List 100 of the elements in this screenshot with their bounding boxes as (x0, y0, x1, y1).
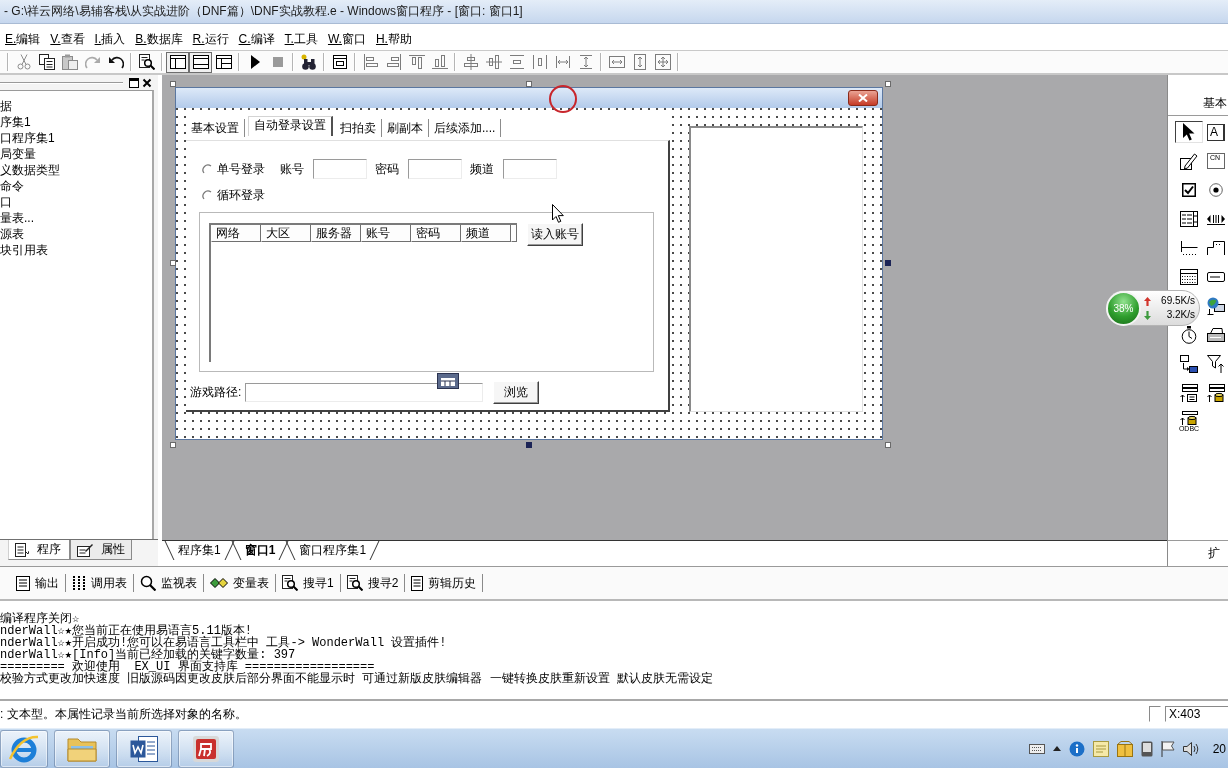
form-tab[interactable]: 自动登录设置 (248, 116, 333, 136)
center-vertical-icon[interactable] (462, 54, 479, 70)
toolbox-tool[interactable] (1205, 382, 1227, 404)
resize-handle[interactable] (526, 81, 532, 87)
output-tab[interactable]: 剪辑历史 (409, 572, 479, 594)
view-toggle[interactable] (189, 51, 212, 73)
panel-tab[interactable]: 属性 (70, 540, 132, 560)
form-window[interactable]: 基本设置 自动登录设置 扫拍卖 刷副本 后续添加.... 单号登录 账号 密码 频道 循环登录 网络 大区 服务器 账号 密码 频道 读入账号 游戏路径: 浏览 (175, 87, 883, 440)
toolbox-tool[interactable] (1175, 121, 1203, 143)
distribute-vertical-icon[interactable] (508, 54, 525, 70)
menu-item[interactable]: C.编译 (233, 30, 280, 48)
close-button[interactable] (848, 90, 878, 106)
column-header[interactable]: 密码 (411, 225, 461, 242)
menu-item[interactable]: T.工具 (279, 30, 323, 48)
taskbar-button[interactable] (0, 729, 48, 768)
menu-item[interactable]: B.数据库 (130, 30, 188, 48)
browse-button[interactable]: 浏览 (493, 381, 540, 404)
column-header[interactable] (511, 225, 517, 242)
text-field[interactable] (503, 159, 557, 179)
menu-item[interactable]: H.帮助 (370, 30, 417, 48)
output-tab[interactable]: 搜寻1 (280, 572, 336, 594)
search-icon[interactable] (138, 54, 155, 70)
taskbar-button[interactable] (178, 729, 234, 768)
text-field[interactable] (313, 159, 367, 179)
menu-item[interactable]: R.运行 (187, 30, 234, 48)
resize-handle[interactable] (170, 81, 176, 87)
window-icon[interactable] (332, 55, 347, 69)
column-header[interactable]: 账号 (361, 225, 411, 242)
document-tab[interactable]: 窗口1 (232, 541, 288, 560)
toolbox-tool[interactable] (1205, 295, 1227, 317)
scissors-icon[interactable] (15, 54, 32, 70)
menu-item[interactable]: E.编辑 (0, 30, 46, 48)
output-tab[interactable]: 调用表 (70, 572, 129, 594)
distribute-horizontal-icon[interactable] (531, 54, 548, 70)
space-vertical-icon[interactable] (577, 54, 594, 70)
output-tab[interactable]: 输出 (14, 572, 61, 594)
stop-icon[interactable] (272, 57, 283, 67)
clock-text[interactable]: 20 (1212, 741, 1226, 756)
tree-item[interactable]: 口程序集1 (0, 130, 55, 146)
resize-handle[interactable] (526, 442, 532, 448)
column-header[interactable]: 网络 (211, 225, 261, 242)
toolbox-tool[interactable]: A (1205, 121, 1227, 143)
path-field[interactable] (245, 383, 484, 402)
output-tab[interactable]: 搜寻2 (344, 572, 401, 594)
align-bottom-icon[interactable] (431, 54, 448, 70)
menu-item[interactable]: W.窗口 (322, 30, 371, 48)
align-right-icon[interactable] (385, 54, 402, 70)
radio-option[interactable]: 单号登录 (202, 160, 265, 178)
align-top-icon[interactable] (408, 54, 425, 70)
speaker-icon[interactable] (1182, 741, 1199, 756)
keyboard-icon[interactable] (1028, 743, 1045, 754)
document-tab[interactable]: 窗口程序集1 (287, 541, 379, 560)
play-icon[interactable] (249, 55, 260, 69)
copy-icon[interactable] (38, 54, 55, 70)
menu-item[interactable]: I.插入 (89, 30, 131, 48)
tree-item[interactable]: 命令 (0, 178, 24, 194)
view-toggle[interactable] (166, 51, 189, 73)
text-field[interactable] (408, 159, 462, 179)
undo-icon[interactable] (107, 55, 124, 69)
triangle-up-icon[interactable] (1052, 746, 1061, 751)
info-icon[interactable] (1068, 740, 1085, 757)
tree-item[interactable]: 序集1 (0, 114, 31, 130)
menu-item[interactable]: V.查看 (45, 30, 90, 48)
tree-item[interactable]: 口 (0, 194, 12, 210)
read-accounts-button[interactable]: 读入账号 (527, 223, 583, 246)
output-tab[interactable]: 监视表 (138, 572, 199, 594)
resize-handle[interactable] (885, 81, 891, 87)
radio-option[interactable]: 循环登录 (202, 186, 265, 204)
same-height-icon[interactable] (633, 54, 646, 70)
output-tab[interactable]: 变量表 (208, 572, 271, 594)
align-left-icon[interactable] (362, 54, 379, 70)
resize-handle[interactable] (170, 260, 176, 266)
column-header[interactable]: 服务器 (311, 225, 361, 242)
tree-item[interactable]: 据 (0, 98, 12, 114)
resize-handle[interactable] (885, 260, 891, 266)
document-tab[interactable]: 程序集1 (166, 541, 233, 560)
tree-item[interactable]: 源表 (0, 226, 24, 242)
tree-item[interactable]: 块引用表 (0, 242, 48, 258)
tree-item[interactable]: 义数据类型 (0, 162, 60, 178)
clipboard-icon[interactable] (61, 54, 78, 70)
component-icon[interactable] (437, 373, 460, 389)
same-width-icon[interactable] (608, 56, 625, 68)
close-icon[interactable] (142, 77, 152, 88)
network-monitor[interactable]: 38% 69.5K/s 3.2K/s (1106, 290, 1200, 326)
binoculars-icon[interactable] (300, 54, 317, 70)
same-size-icon[interactable] (654, 54, 671, 70)
panel-tab[interactable]: 程序 (8, 540, 70, 560)
maximize-icon[interactable] (129, 77, 139, 88)
column-header[interactable]: 大区 (261, 225, 311, 242)
taskbar-button[interactable] (116, 729, 172, 768)
tree-item[interactable]: 量表... (0, 210, 34, 226)
flag-icon[interactable] (1160, 740, 1175, 757)
tree-item[interactable]: 局变量 (0, 146, 36, 162)
package-icon[interactable] (1116, 740, 1133, 757)
device-icon[interactable] (1140, 740, 1153, 757)
center-horizontal-icon[interactable] (485, 54, 502, 70)
space-horizontal-icon[interactable] (554, 54, 571, 70)
column-header[interactable]: 频道 (461, 225, 511, 242)
resize-handle[interactable] (170, 442, 176, 448)
resize-handle[interactable] (885, 442, 891, 448)
